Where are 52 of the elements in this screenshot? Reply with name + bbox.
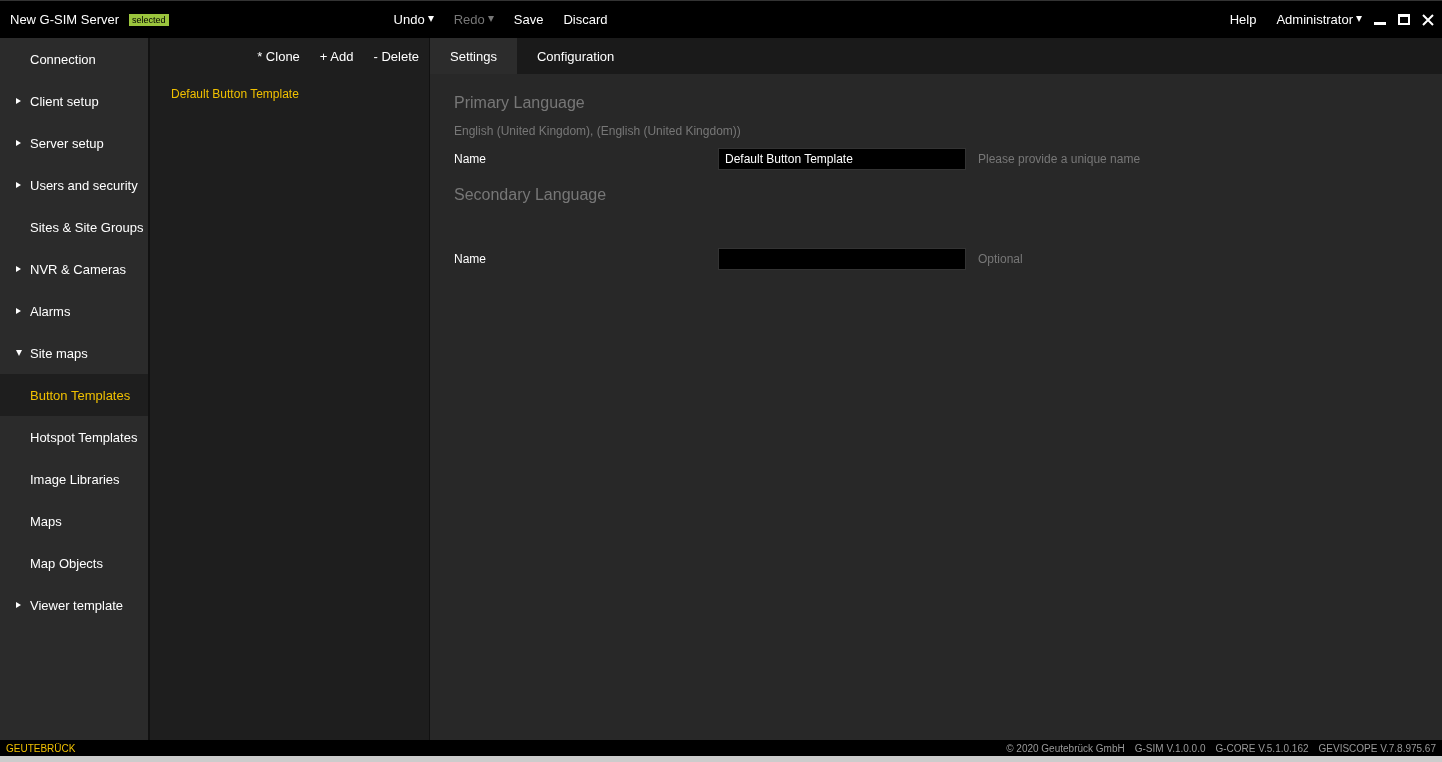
field-hint: Please provide a unique name bbox=[978, 152, 1141, 166]
section-heading: Primary Language bbox=[454, 94, 586, 112]
name-input-field[interactable]: Default Button Template bbox=[718, 148, 966, 170]
sidebar-item[interactable]: Site maps bbox=[0, 332, 148, 374]
sidebar-item[interactable]: Hotspot Templates bbox=[0, 416, 148, 458]
version-info: GEVISCOPE V.7.8.975.67 bbox=[1318, 742, 1436, 754]
user-menu[interactable]: Administrator bbox=[1276, 12, 1362, 27]
collapsed-arrow-icon bbox=[16, 308, 21, 314]
sidebar-item[interactable]: Map Objects bbox=[0, 542, 148, 584]
version-info: G-CORE V.5.1.0.162 bbox=[1215, 742, 1309, 754]
sidebar-item[interactable]: Client setup bbox=[0, 80, 148, 122]
sidebar-item[interactable]: Image Libraries bbox=[0, 458, 148, 500]
expanded-arrow-icon bbox=[16, 350, 22, 356]
action-button[interactable]: - Delete bbox=[373, 48, 419, 64]
sidebar-item[interactable]: Button Templates bbox=[0, 374, 148, 416]
section-heading: Secondary Language bbox=[454, 186, 608, 204]
sidebar-item[interactable]: Users and security bbox=[0, 164, 148, 206]
sidebar-item[interactable]: Sites & Site Groups bbox=[0, 206, 148, 248]
action-button[interactable]: * Clone bbox=[257, 48, 300, 64]
toolbar-button[interactable]: Undo bbox=[393, 12, 434, 27]
sidebar-item[interactable]: NVR & Cameras bbox=[0, 248, 148, 290]
window-title: New G-SIM Server bbox=[10, 12, 120, 27]
caret-icon bbox=[1356, 16, 1362, 22]
field-label: Name bbox=[454, 252, 487, 266]
status-badge: selected bbox=[129, 13, 169, 26]
collapsed-arrow-icon bbox=[16, 182, 21, 188]
collapsed-arrow-icon bbox=[16, 140, 21, 146]
collapsed-arrow-icon bbox=[16, 602, 21, 608]
version-info: G-SIM V.1.0.0.0 bbox=[1134, 742, 1206, 754]
brand-label: GEUTEBRÜCK bbox=[6, 742, 76, 754]
field-label: Name bbox=[454, 152, 487, 166]
caret-icon bbox=[427, 16, 434, 22]
action-button[interactable]: + Add bbox=[319, 48, 354, 64]
help-button[interactable]: Help bbox=[1229, 12, 1257, 27]
sidebar-item[interactable]: Maps bbox=[0, 500, 148, 542]
version-info: © 2020 Geutebrück GmbH bbox=[1006, 742, 1125, 754]
collapsed-arrow-icon bbox=[16, 98, 21, 104]
caret-icon bbox=[487, 16, 494, 22]
toolbar-button[interactable]: Save bbox=[513, 12, 544, 27]
tab[interactable]: Settings bbox=[430, 38, 517, 74]
close-icon[interactable] bbox=[1422, 13, 1434, 26]
sidebar-item[interactable]: Viewer template bbox=[0, 584, 148, 626]
sidebar-item[interactable]: Alarms bbox=[0, 290, 148, 332]
list-item[interactable]: Default Button Template bbox=[150, 87, 429, 101]
language-subtitle: English (United Kingdom), (English (United Kingdom)) bbox=[454, 124, 742, 138]
sidebar-item[interactable]: Connection bbox=[0, 38, 148, 80]
maximize-icon[interactable] bbox=[1398, 13, 1410, 26]
sidebar-item[interactable]: Server setup bbox=[0, 122, 148, 164]
name-input-field[interactable] bbox=[718, 248, 966, 270]
field-hint: Optional bbox=[978, 252, 1023, 266]
collapsed-arrow-icon bbox=[16, 266, 21, 272]
toolbar-button[interactable]: Discard bbox=[563, 12, 608, 27]
